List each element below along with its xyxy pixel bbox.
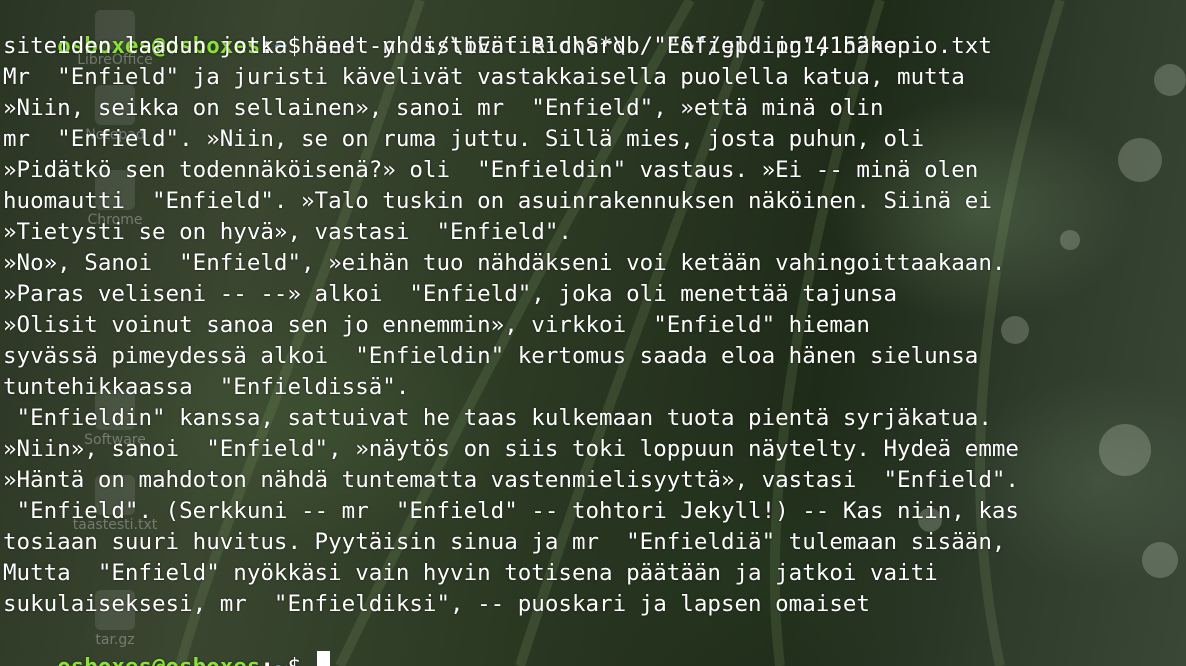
prompt-user-host: osboxes@osboxes (57, 654, 260, 666)
output-line: »Pidätkö sen todennäköisenä?» oli "Enfie… (3, 157, 979, 183)
terminal-window[interactable]: osboxes@osboxes:~$ sed -n 's/\bEnfield\S… (0, 0, 1186, 666)
output-line: »Olisit voinut sanoa sen jo ennemmin», v… (3, 312, 870, 338)
prompt-symbol: $ (287, 654, 314, 666)
output-line: huomautti "Enfield". »Talo tuskin on asu… (3, 188, 992, 214)
command-line: osboxes@osboxes:~$ sed -n 's/\bEnfield\S… (3, 0, 1186, 59)
output-line: tosiaan suuri huvitus. Pyytäisin sinua j… (3, 529, 1006, 555)
active-prompt-line[interactable]: osboxes@osboxes:~$ (3, 620, 1186, 666)
output-line: tuntehikkaassa "Enfieldissä". (3, 374, 410, 400)
output-line: sukulaiseksesi, mr "Enfieldiksi", -- puo… (3, 591, 870, 617)
output-line: »No», Sanoi "Enfield", »eihän tuo nähdäk… (3, 250, 1006, 276)
output-line: syvässä pimeydessä alkoi "Enfieldin" ker… (3, 343, 979, 369)
output-line: »Tietysti se on hyvä», vastasi "Enfield"… (3, 219, 572, 245)
output-line: »Häntä on mahdoton nähdä tuntematta vast… (3, 467, 1019, 493)
prompt-path: ~ (274, 654, 288, 666)
output-line: »Niin, seikka on sellainen», sanoi mr "E… (3, 95, 884, 121)
prompt-colon: : (260, 654, 274, 666)
output-line: "Enfield". (Serkkuni -- mr "Enfield" -- … (3, 498, 1019, 524)
output-line: mr "Enfield". »Niin, se on ruma juttu. S… (3, 126, 925, 152)
text-cursor (316, 651, 330, 666)
output-line: siteiden laadun jotka hänet yhdistivät R… (3, 33, 911, 59)
output-line: Mr "Enfield" ja juristi kävelivät vastak… (3, 64, 965, 90)
output-line: »Niin», sanoi "Enfield", »näytös on siis… (3, 436, 1019, 462)
output-line: Mutta "Enfield" nyökkäsi vain hyvin toti… (3, 560, 938, 586)
output-line: »Paras veliseni -- --» alkoi "Enfield", … (3, 281, 898, 307)
output-line: "Enfieldin" kanssa, sattuivat he taas ku… (3, 405, 992, 431)
